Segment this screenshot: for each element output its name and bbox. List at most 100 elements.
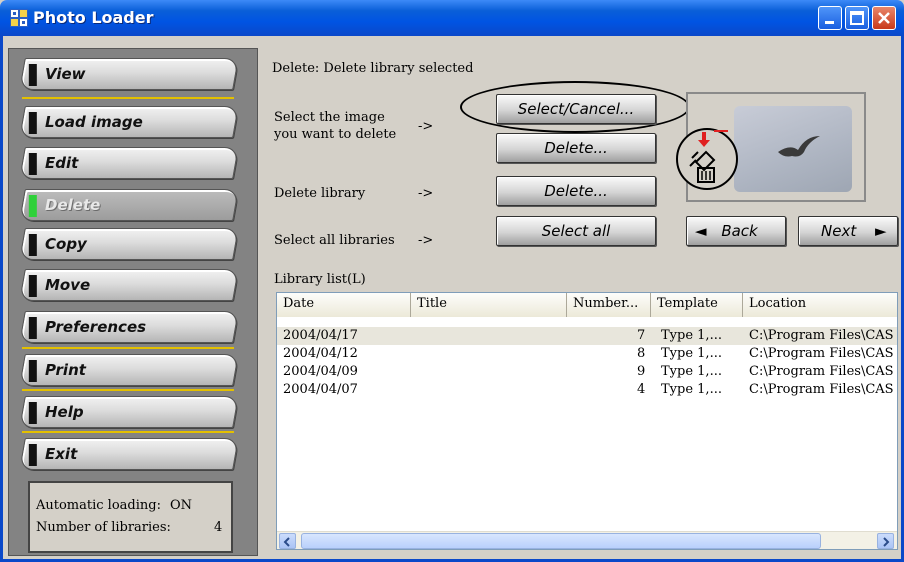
delete-trash-icon <box>676 128 738 190</box>
button-notch <box>28 234 37 256</box>
sidebar-item-print[interactable]: Print <box>19 354 239 386</box>
date-cell: 2004/04/07 <box>283 382 358 397</box>
sidebar-item-label: Delete <box>45 196 101 214</box>
minimize-icon <box>825 21 834 24</box>
button-notch <box>28 64 37 86</box>
button-notch <box>28 360 37 382</box>
number-cell: 9 <box>637 364 646 379</box>
column-header-date[interactable]: Date <box>277 293 411 317</box>
next-button[interactable]: Next ► <box>798 216 898 246</box>
horizontal-scrollbar[interactable] <box>277 531 897 549</box>
select-image-text: Select the image <box>274 110 385 125</box>
scroll-right-button[interactable] <box>877 533 894 549</box>
date-cell: 2004/04/17 <box>283 328 358 343</box>
arrow-text: -> <box>418 233 434 248</box>
back-label: Back <box>721 222 758 240</box>
sidebar-item-preferences[interactable]: Preferences <box>19 311 239 343</box>
maximize-icon <box>850 11 864 25</box>
maximize-button[interactable] <box>845 6 869 30</box>
app-icon <box>10 9 28 27</box>
button-notch <box>28 317 37 339</box>
sidebar-item-label: Load image <box>45 113 143 131</box>
sidebar-item-delete[interactable]: Delete <box>19 189 239 221</box>
scroll-thumb[interactable] <box>301 533 821 549</box>
chevron-right-icon <box>883 537 890 547</box>
delete-library-button[interactable]: Delete... <box>496 176 656 206</box>
auto-loading-label: Automatic loading: <box>36 498 161 513</box>
table-row[interactable]: 2004/04/17 7 Type 1,... C:\Program Files… <box>277 327 897 345</box>
template-cell: Type 1,... <box>661 382 722 397</box>
select-all-button[interactable]: Select all <box>496 216 656 246</box>
button-notch <box>28 402 37 424</box>
window-title: Photo Loader <box>33 8 154 27</box>
column-header-number[interactable]: Number... <box>567 293 651 317</box>
library-count-value: 4 <box>214 520 223 535</box>
sidebar-item-label: Move <box>45 276 91 294</box>
next-label: Next <box>821 222 857 240</box>
template-cell: Type 1,... <box>661 328 722 343</box>
sidebar-divider <box>22 347 234 349</box>
select-cancel-button[interactable]: Select/Cancel... <box>496 94 656 124</box>
chevron-left-icon <box>283 537 290 547</box>
location-cell: C:\Program Files\CAS <box>749 346 894 361</box>
button-notch <box>28 112 37 134</box>
sidebar-item-label: Copy <box>45 235 87 253</box>
sidebar-item-view[interactable]: View <box>19 58 239 90</box>
template-cell: Type 1,... <box>661 364 722 379</box>
triangle-right-icon: ► <box>875 222 887 240</box>
button-notch <box>28 195 37 217</box>
number-cell: 4 <box>637 382 646 397</box>
table-row[interactable]: 2004/04/09 9 Type 1,... C:\Program Files… <box>277 363 897 381</box>
sidebar-item-help[interactable]: Help <box>19 396 239 428</box>
close-button[interactable] <box>872 6 896 30</box>
sidebar-item-label: View <box>45 65 86 83</box>
sidebar-item-move[interactable]: Move <box>19 269 239 301</box>
sidebar-item-exit[interactable]: Exit <box>19 438 239 470</box>
arrow-text: -> <box>418 119 434 134</box>
close-icon <box>878 12 890 24</box>
date-cell: 2004/04/09 <box>283 364 358 379</box>
title-bar[interactable]: Photo Loader <box>0 0 904 36</box>
sidebar-item-label: Edit <box>45 154 79 172</box>
location-cell: C:\Program Files\CAS <box>749 382 894 397</box>
list-header: Date Title Number... Template Location <box>277 293 897 317</box>
sidebar-item-label: Print <box>45 361 86 379</box>
status-panel: Automatic loading: ON Number of librarie… <box>28 481 233 553</box>
sidebar-divider <box>22 431 234 433</box>
sidebar-item-copy[interactable]: Copy <box>19 228 239 260</box>
button-notch <box>28 275 37 297</box>
minimize-button[interactable] <box>818 6 842 30</box>
library-count-label: Number of libraries: <box>36 520 171 535</box>
location-cell: C:\Program Files\CAS <box>749 328 894 343</box>
number-cell: 8 <box>637 346 646 361</box>
button-notch <box>28 153 37 175</box>
sidebar-item-load-image[interactable]: Load image <box>19 106 239 138</box>
sidebar-item-label: Preferences <box>45 318 147 336</box>
auto-loading-value: ON <box>170 498 193 513</box>
sidebar-item-label: Exit <box>45 445 78 463</box>
triangle-left-icon: ◄ <box>695 222 707 240</box>
column-header-title[interactable]: Title <box>411 293 567 317</box>
table-row[interactable]: 2004/04/12 8 Type 1,... C:\Program Files… <box>277 345 897 363</box>
date-cell: 2004/04/12 <box>283 346 358 361</box>
table-row[interactable]: 2004/04/07 4 Type 1,... C:\Program Files… <box>277 381 897 399</box>
library-list[interactable]: Date Title Number... Template Location 2… <box>276 292 898 550</box>
sidebar-divider <box>22 97 234 99</box>
select-image-text-2: you want to delete <box>274 127 397 142</box>
sidebar-item-edit[interactable]: Edit <box>19 147 239 179</box>
page-title: Delete: Delete library selected <box>272 61 474 76</box>
back-button[interactable]: ◄ Back <box>686 216 786 246</box>
sidebar-item-label: Help <box>45 403 84 421</box>
number-cell: 7 <box>637 328 646 343</box>
location-cell: C:\Program Files\CAS <box>749 364 894 379</box>
delete-library-text: Delete library <box>274 186 366 201</box>
sidebar-divider <box>22 389 234 391</box>
library-list-label: Library list(L) <box>274 272 366 287</box>
delete-image-button[interactable]: Delete... <box>496 133 656 163</box>
arrow-text: -> <box>418 186 434 201</box>
column-header-template[interactable]: Template <box>651 293 743 317</box>
select-all-text: Select all libraries <box>274 233 395 248</box>
scroll-left-button[interactable] <box>279 533 296 549</box>
button-notch <box>28 444 37 466</box>
column-header-location[interactable]: Location <box>743 293 897 317</box>
